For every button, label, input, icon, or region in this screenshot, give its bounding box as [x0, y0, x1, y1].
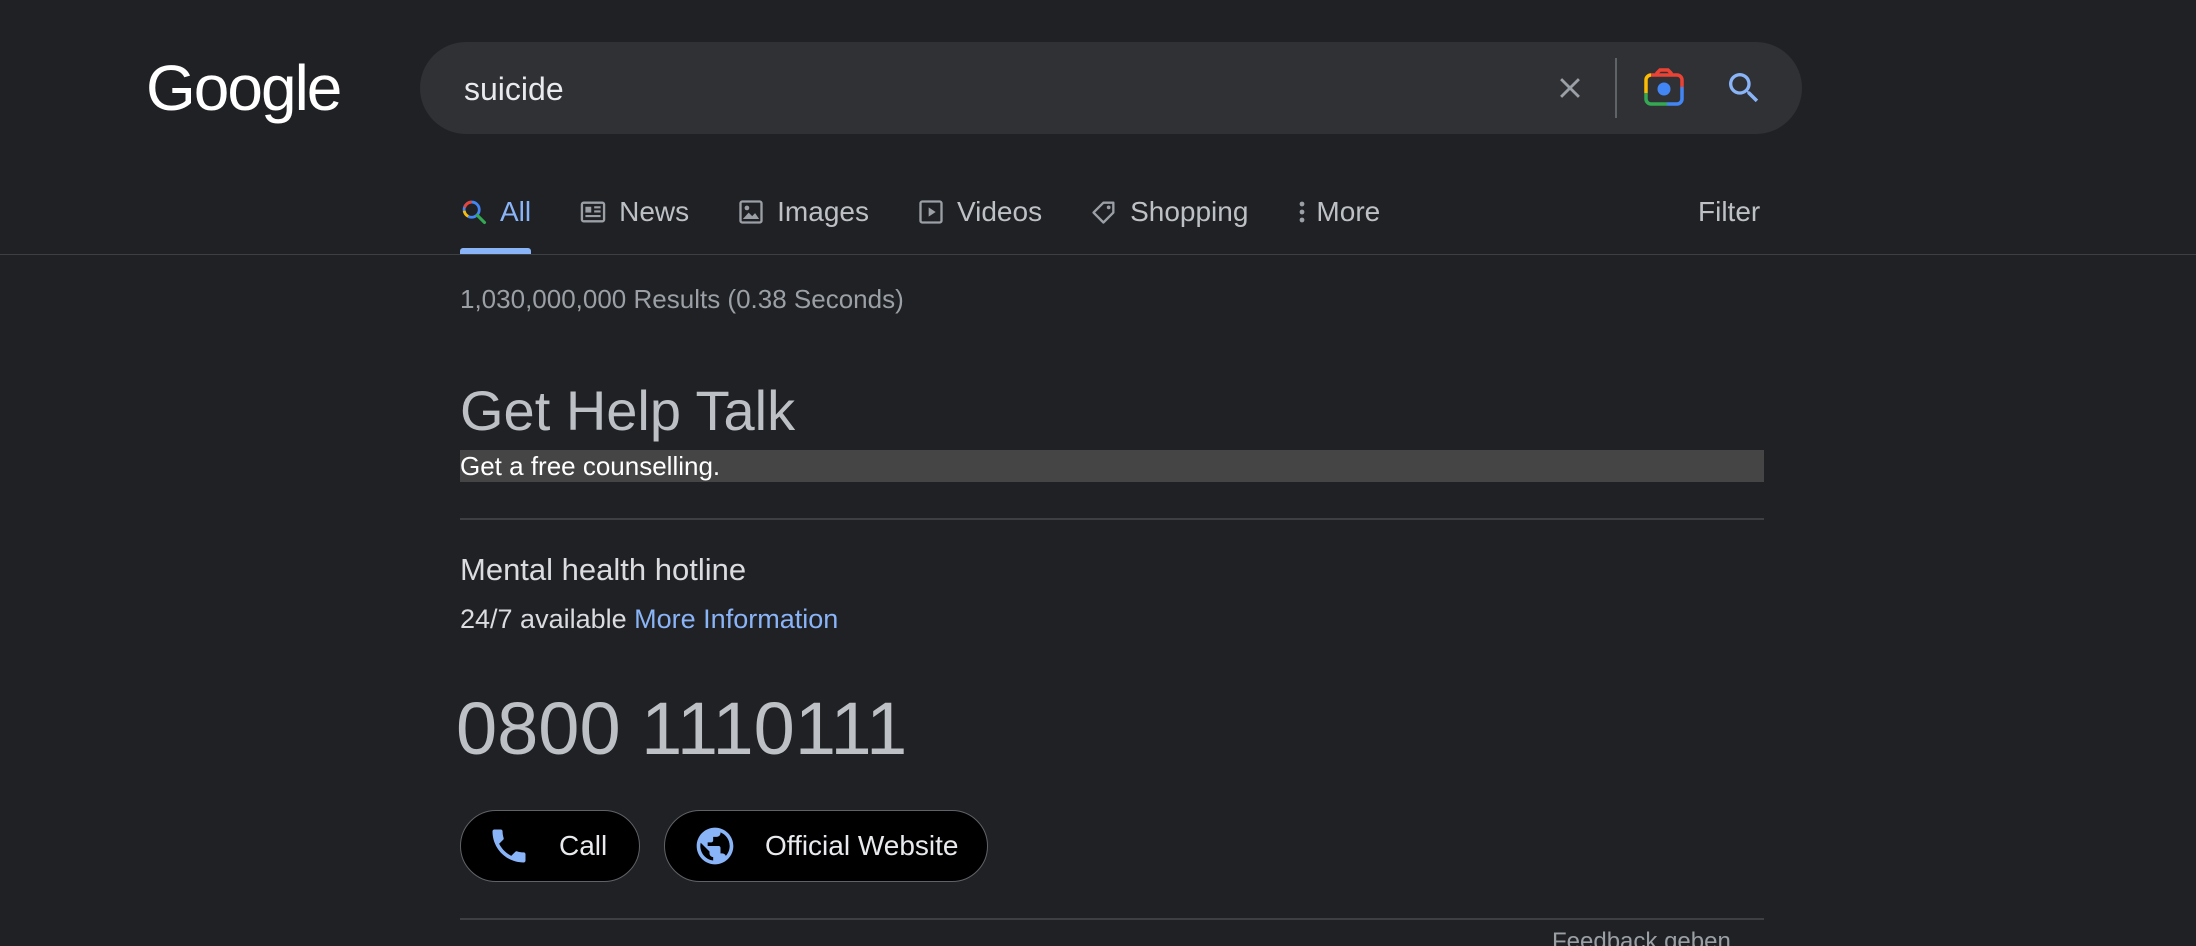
news-icon — [579, 198, 607, 226]
search-icon — [460, 198, 488, 226]
globe-icon — [693, 824, 737, 868]
panel-divider — [460, 518, 1764, 520]
more-vert-icon — [1296, 198, 1308, 226]
more-information-link[interactable]: More Information — [634, 604, 838, 634]
results-stats: 1,030,000,000 Results (0.38 Seconds) — [460, 284, 904, 314]
tab-more[interactable]: More — [1296, 188, 1380, 236]
filter-button[interactable]: Filter — [1698, 196, 1760, 228]
tab-label: News — [619, 196, 690, 227]
hotline-title: Mental health hotline — [460, 552, 747, 587]
search-input[interactable] — [462, 64, 1466, 114]
video-icon — [917, 198, 945, 226]
help-panel-title: Get Help Talk — [460, 379, 796, 442]
call-label: Call — [559, 830, 608, 861]
tab-images[interactable]: Images — [737, 188, 869, 236]
google-lens-icon — [1644, 68, 1684, 106]
image-icon — [737, 198, 765, 226]
search-tabs: All News Images Videos Shopping More — [460, 188, 1428, 254]
searchbar-divider — [1615, 58, 1617, 118]
tag-icon — [1090, 198, 1118, 226]
google-logo[interactable]: Google — [146, 52, 342, 124]
tab-all[interactable]: All — [460, 188, 532, 254]
hotline-phone-number: 0800 1110111 — [456, 687, 908, 770]
tab-label: Images — [777, 196, 869, 227]
close-icon — [1560, 78, 1580, 98]
website-label: Official Website — [765, 830, 959, 861]
official-website-button[interactable]: Official Website — [664, 810, 988, 882]
search-icon — [1729, 73, 1759, 103]
header-divider — [0, 254, 2196, 255]
tab-label: All — [500, 196, 532, 227]
phone-icon — [487, 824, 531, 868]
call-button[interactable]: Call — [460, 810, 640, 882]
tab-label: More — [1316, 196, 1381, 227]
search-results-page: Google suicide All News Images Videos Sh… — [0, 0, 2196, 946]
panel-bottom-divider — [460, 918, 1764, 920]
search-submit-button[interactable] — [1720, 64, 1768, 112]
tab-label: Shopping — [1130, 196, 1249, 227]
search-by-image-button[interactable] — [1640, 64, 1688, 112]
tab-label: Videos — [956, 196, 1043, 227]
tab-shopping[interactable]: Shopping — [1090, 188, 1248, 236]
availability-line: 24/7 available More Information — [460, 604, 838, 635]
tab-news[interactable]: News — [579, 188, 689, 236]
search-bar — [420, 42, 1802, 134]
clear-search-button[interactable] — [1546, 64, 1594, 112]
feedback-link[interactable]: Feedback geben — [1552, 928, 1731, 946]
help-panel-subtitle: Get a free counselling. — [460, 450, 1764, 482]
tab-videos[interactable]: Videos — [917, 188, 1042, 236]
availability-text: 24/7 available — [460, 604, 627, 634]
